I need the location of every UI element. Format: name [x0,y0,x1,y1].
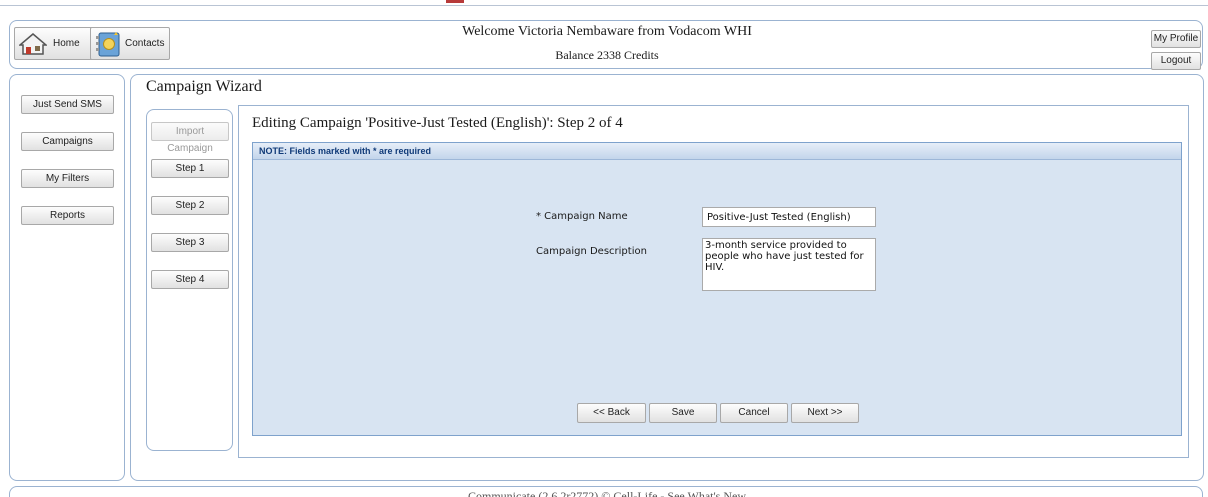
left-navigation: Just Send SMS Campaigns My Filters Repor… [9,74,125,481]
top-border [0,0,1208,6]
my-filters-button[interactable]: My Filters [21,169,114,188]
balance-text: Balance 2338 Credits [555,48,659,62]
just-send-sms-button[interactable]: Just Send SMS [21,95,114,114]
step-4-button[interactable]: Step 4 [151,270,229,289]
logout-button[interactable]: Logout [1151,52,1201,70]
import-campaign-button[interactable]: Import Campaign [151,122,229,154]
campaign-name-label: * Campaign Name [536,211,628,222]
top-marker [446,0,464,3]
save-button[interactable]: Save [649,403,717,423]
footer-text: Communicate (2.6.2r2772) © Cell-Life - S… [468,489,746,497]
next-button[interactable]: Next >> [791,403,859,423]
my-profile-button[interactable]: My Profile [1151,30,1201,48]
header-bar: Home Contacts Welcome Victoria Nembaware… [9,20,1203,70]
editor-title: Editing Campaign 'Positive-Just Tested (… [252,115,623,131]
footer: Communicate (2.6.2r2772) © Cell-Life - S… [9,486,1203,497]
step-2-button[interactable]: Step 2 [151,196,229,215]
reports-button[interactable]: Reports [21,206,114,225]
campaign-description-label: Campaign Description [536,246,647,257]
step-3-button[interactable]: Step 3 [151,233,229,252]
step-1-button[interactable]: Step 1 [151,159,229,178]
page-title: Campaign Wizard [146,78,262,95]
back-button[interactable]: << Back [577,403,646,423]
campaign-description-input[interactable]: 3-month service provided to people who h… [702,238,876,291]
wizard-steps-panel: Import Campaign Step 1 Step 2 Step 3 Ste… [146,109,233,451]
campaign-editor: Editing Campaign 'Positive-Just Tested (… [238,105,1189,458]
required-note: NOTE: Fields marked with * are required [253,143,1181,160]
campaign-name-input[interactable] [702,207,876,227]
welcome-text: Welcome Victoria Nembaware from Vodacom … [462,24,752,39]
cancel-button[interactable]: Cancel [720,403,788,423]
campaigns-button[interactable]: Campaigns [21,132,114,151]
campaign-form: NOTE: Fields marked with * are required … [252,142,1182,436]
main-panel: Campaign Wizard Import Campaign Step 1 S… [130,74,1204,481]
